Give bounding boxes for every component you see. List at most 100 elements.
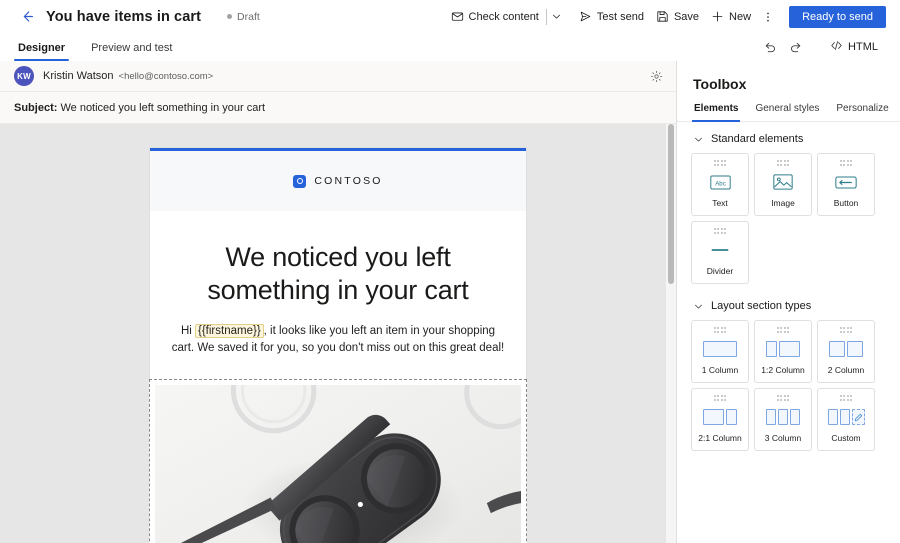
section-header-standard-elements[interactable]: Standard elements (691, 122, 886, 153)
subject-value: We noticed you left something in your ca… (60, 101, 266, 114)
email-preview: CONTOSO We noticed you left something in… (149, 148, 527, 543)
element-tile-divider[interactable]: Divider (691, 221, 749, 284)
canvas-scrollbar[interactable] (666, 124, 676, 543)
status-badge: Draft (227, 11, 260, 23)
layout-tile-label: Custom (831, 433, 861, 443)
email-image-section-selected[interactable] (149, 379, 527, 543)
test-send-button[interactable]: Test send (573, 4, 650, 30)
product-photo[interactable] (155, 385, 521, 543)
command-divider (545, 8, 547, 25)
element-tile-label: Divider (706, 266, 734, 276)
email-hero-section[interactable]: We noticed you left something in your ca… (150, 211, 526, 379)
email-heading: We noticed you left something in your ca… (207, 242, 469, 305)
page-title: You have items in cart (46, 8, 202, 25)
html-label: HTML (848, 41, 878, 53)
new-label: New (729, 10, 752, 23)
layout-tile-custom[interactable]: Custom (817, 388, 875, 451)
undo-icon[interactable] (758, 36, 782, 58)
layout-tile-label: 1 Column (701, 365, 739, 375)
check-content-chevron-down-icon[interactable] (548, 4, 565, 30)
layout-tile-2-column[interactable]: 2 Column (817, 320, 875, 383)
check-content-label: Check content (468, 10, 539, 23)
avatar: KW (14, 66, 34, 86)
save-button[interactable]: Save (650, 4, 705, 30)
tab-personalize[interactable]: Personalize (835, 103, 889, 121)
save-disk-icon (656, 10, 669, 23)
section-title-standard-elements: Standard elements (711, 133, 804, 145)
sender-row: KW Kristin Watson <hello@contoso.com> (0, 61, 676, 92)
layout-tile-2-1-column[interactable]: 2:1 Column (691, 388, 749, 451)
tab-elements[interactable]: Elements (691, 103, 741, 122)
layout-tile-label: 1:2 Column (761, 365, 805, 375)
workspace: KW Kristin Watson <hello@contoso.com> Su… (0, 61, 900, 543)
tab-preview-and-test[interactable]: Preview and test (89, 42, 174, 61)
email-meta-panel: KW Kristin Watson <hello@contoso.com> Su… (0, 61, 676, 124)
element-tile-image[interactable]: Image (754, 153, 812, 216)
html-view-button[interactable]: HTML (824, 36, 884, 58)
subject-line: Subject: We noticed you left something i… (14, 102, 265, 114)
chevron-down-icon (693, 301, 704, 312)
logo-text: CONTOSO (314, 175, 383, 187)
layout-tile-1-2-column[interactable]: 1:2 Column (754, 320, 812, 383)
check-content-button[interactable]: Check content (445, 4, 545, 30)
layout-3col-icon (766, 401, 800, 433)
element-tile-label: Text (712, 198, 728, 208)
element-tile-label: Image (771, 198, 795, 208)
email-header-section[interactable]: CONTOSO (150, 151, 526, 211)
divider-icon (709, 234, 731, 266)
paragraph-before-token: Hi (180, 324, 195, 337)
layout-tile-label: 2 Column (827, 365, 865, 375)
status-dot-icon (227, 14, 233, 19)
email-editor-pane: KW Kristin Watson <hello@contoso.com> Su… (0, 61, 676, 543)
plus-icon (711, 10, 724, 23)
tab-designer[interactable]: Designer (13, 42, 70, 61)
svg-text:Abc: Abc (715, 180, 726, 187)
element-tile-text[interactable]: Abc Text (691, 153, 749, 216)
layout-tile-3-column[interactable]: 3 Column (754, 388, 812, 451)
editor-tab-actions: HTML (758, 36, 884, 61)
element-tile-label: Button (833, 198, 859, 208)
subject-label: Subject: (14, 101, 58, 114)
layout-tile-label: 2:1 Column (698, 433, 742, 443)
layout-tile-label: 3 Column (764, 433, 802, 443)
section-title-layout-section-types: Layout section types (711, 300, 812, 312)
contoso-logo: CONTOSO (293, 174, 383, 188)
earbuds-photo-illustration (155, 385, 521, 543)
design-canvas: CONTOSO We noticed you left something in… (0, 124, 676, 543)
text-abc-icon: Abc (709, 166, 731, 198)
subject-row[interactable]: Subject: We noticed you left something i… (0, 92, 676, 123)
canvas-scrollbar-thumb[interactable] (668, 124, 674, 284)
layout-tile-1-column[interactable]: 1 Column (691, 320, 749, 383)
toolbox-tab-strip: Elements General styles Personalize (677, 92, 900, 122)
canvas-scroll-region: CONTOSO We noticed you left something in… (0, 124, 676, 543)
element-tile-button[interactable]: Button (817, 153, 875, 216)
layout-section-types-grid: 1 Column 1:2 Column 2 Column 2:1 Column … (691, 320, 886, 451)
more-vertical-icon[interactable] (757, 4, 779, 30)
email-designer-app: You have items in cart Draft Check conte… (0, 0, 900, 543)
tab-general-styles[interactable]: General styles (754, 103, 820, 121)
button-icon (835, 166, 857, 198)
top-command-bar: You have items in cart Draft Check conte… (0, 0, 900, 33)
send-icon (579, 10, 592, 23)
save-label: Save (673, 10, 700, 23)
section-header-layout-section-types[interactable]: Layout section types (691, 284, 886, 320)
redo-icon[interactable] (784, 36, 808, 58)
back-arrow-icon[interactable] (16, 6, 38, 28)
layout-1col-icon (703, 333, 737, 365)
gear-icon[interactable] (646, 66, 666, 86)
sender-name: Kristin Watson (43, 70, 114, 82)
layout-custom-icon (827, 401, 865, 433)
standard-elements-grid: Abc Text Image Button Divider (691, 153, 886, 284)
toolbox-panel: Toolbox Elements General styles Personal… (676, 61, 900, 543)
new-button[interactable]: New (705, 4, 757, 30)
status-label: Draft (237, 10, 260, 23)
ready-to-send-button[interactable]: Ready to send (789, 5, 886, 28)
chevron-down-icon (693, 134, 704, 145)
layout-2col-icon (829, 333, 863, 365)
sender-email: <hello@contoso.com> (118, 70, 214, 82)
layout-1-2col-icon (766, 333, 800, 365)
test-send-label: Test send (596, 10, 644, 23)
code-icon (830, 39, 843, 55)
toolbox-content: Standard elements Abc Text Image Button … (677, 122, 900, 543)
personalization-token[interactable]: {{firstname}} (195, 323, 264, 338)
